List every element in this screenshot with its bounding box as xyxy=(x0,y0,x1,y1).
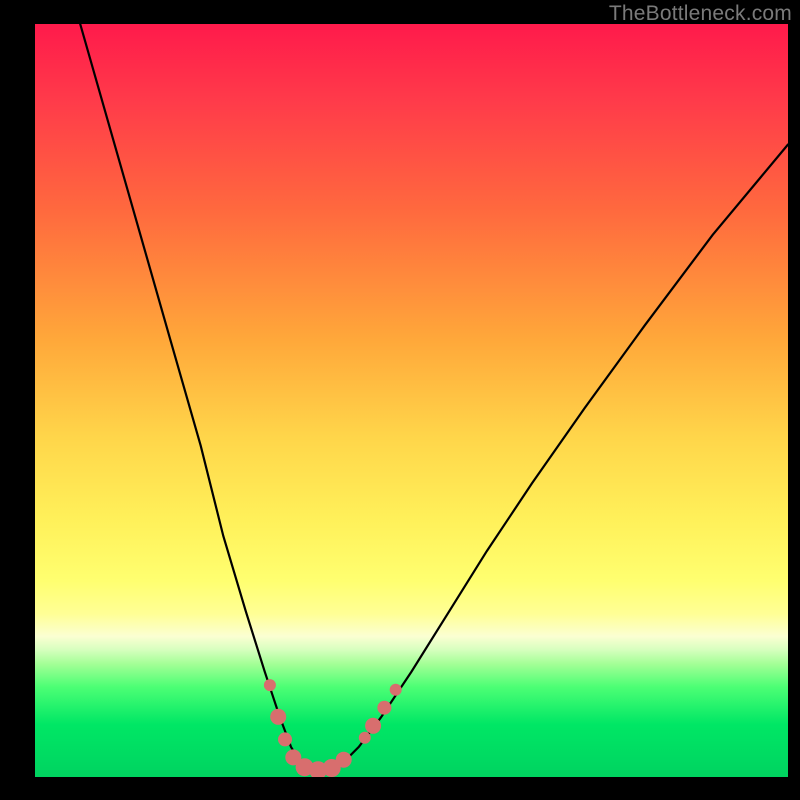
fit-marker xyxy=(336,752,352,768)
fit-marker xyxy=(270,709,286,725)
fit-markers xyxy=(35,24,788,777)
fit-marker xyxy=(359,732,371,744)
fit-marker xyxy=(278,732,292,746)
chart-frame: TheBottleneck.com xyxy=(0,0,800,800)
fit-marker xyxy=(377,701,391,715)
fit-marker xyxy=(264,679,276,691)
watermark-text: TheBottleneck.com xyxy=(609,2,792,26)
fit-marker xyxy=(365,718,381,734)
fit-marker xyxy=(390,684,402,696)
plot-area xyxy=(35,24,788,777)
